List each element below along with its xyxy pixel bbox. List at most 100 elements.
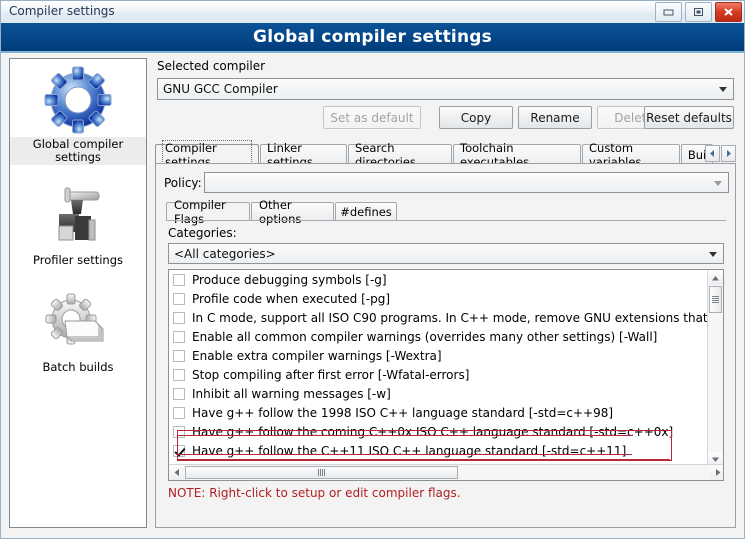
compiler-settings-pane: Policy: Compiler Flags Other options #de… (155, 163, 736, 528)
sidebar-item-batch-builds[interactable]: Batch builds (10, 282, 146, 375)
chevron-down-icon (719, 87, 727, 92)
horizontal-scroll-thumb[interactable] (185, 466, 458, 479)
flag-label: Have g++ follow the coming C++0x ISO C++… (192, 424, 674, 439)
flag-label: Enable all common compiler warnings (ove… (192, 329, 658, 344)
main-tab-bar: Compiler settings Linker settings Search… (155, 139, 736, 170)
compiler-settings-window: Compiler settings Global compiler settin… (0, 0, 745, 539)
tab-search-directories[interactable]: Search directories (348, 141, 452, 169)
flag-checkbox[interactable] (173, 368, 185, 381)
flag-label: Enable extra compiler warnings [-Wextra] (192, 348, 442, 363)
page-title: Global compiler settings (253, 27, 492, 47)
grip-icon (712, 296, 719, 303)
tab-underline (166, 220, 726, 221)
chevron-down-icon (709, 251, 717, 257)
title-bar: Compiler settings (1, 1, 744, 24)
triangle-down-icon (712, 457, 719, 462)
categories-select[interactable]: <All categories> (168, 243, 724, 264)
flag-label: Have g++ follow the 1998 ISO C++ languag… (192, 405, 614, 420)
triangle-right-icon (727, 150, 731, 157)
maximize-button[interactable] (685, 2, 712, 22)
tab-scroll-right-button[interactable] (721, 145, 736, 162)
tab-custom-variables[interactable]: Custom variables (582, 141, 680, 169)
tab-defines[interactable]: #defines (335, 202, 397, 221)
flag-row[interactable]: Have g++ follow the 1998 ISO C++ languag… (169, 403, 707, 422)
sidebar-item-global-compiler-settings[interactable]: Global compiler settings (10, 59, 146, 165)
categories-select-value: <All categories> (174, 246, 276, 261)
gear-icon (41, 65, 115, 137)
maximize-icon (694, 8, 703, 16)
triangle-left-icon (710, 150, 714, 157)
flag-checkbox[interactable] (173, 311, 185, 324)
flag-label: In C mode, support all ISO C90 programs.… (192, 310, 724, 325)
triangle-up-icon (712, 275, 719, 280)
page-title-banner: Global compiler settings (1, 23, 744, 53)
batch-builds-icon (41, 288, 115, 360)
sidebar-item-label: Profiler settings (32, 253, 123, 267)
flag-checkbox[interactable] (173, 444, 185, 457)
minimize-button[interactable] (655, 2, 682, 22)
sidebar-item-label: Batch builds (42, 360, 114, 374)
tab-compiler-flags[interactable]: Compiler Flags (166, 198, 250, 226)
flag-checkbox[interactable] (173, 406, 185, 419)
scroll-right-button[interactable] (710, 465, 723, 480)
tab-compiler-settings[interactable]: Compiler settings (155, 139, 259, 170)
flag-checkbox[interactable] (173, 349, 185, 362)
rename-button[interactable]: Rename (518, 106, 592, 129)
vertical-scroll-thumb[interactable] (709, 286, 722, 313)
tab-other-options[interactable]: Other options (251, 198, 334, 226)
flag-checkbox[interactable] (173, 292, 185, 305)
window-controls (655, 2, 742, 22)
flag-row[interactable]: Enable all common compiler warnings (ove… (169, 327, 707, 346)
flag-checkbox[interactable] (173, 425, 185, 438)
compiler-select[interactable]: GNU GCC Compiler (157, 78, 734, 100)
sidebar-item-profiler-settings[interactable]: Profiler settings (10, 175, 146, 268)
flag-label: Produce debugging symbols [-g] (192, 272, 387, 287)
flag-label: Have g++ follow the C++11 ISO C++ langua… (192, 443, 627, 458)
compiler-flags-rows: Produce debugging symbols [-g] Profile co… (169, 270, 723, 480)
tab-linker-settings[interactable]: Linker settings (260, 141, 347, 169)
chevron-down-icon (714, 180, 722, 186)
flag-row[interactable]: Have g++ follow the C++11 ISO C++ langua… (169, 441, 707, 460)
flag-row[interactable]: Inhibit all warning messages [-w] (169, 384, 707, 403)
flag-row[interactable]: In C mode, support all ISO C90 programs.… (169, 308, 723, 327)
triangle-left-icon (174, 469, 179, 476)
compiler-action-buttons: Set as default Copy Rename Delete Reset … (157, 106, 734, 130)
profiler-icon (41, 181, 115, 253)
close-icon (724, 8, 733, 16)
flag-checkbox[interactable] (173, 330, 185, 343)
reset-defaults-button[interactable]: Reset defaults (644, 106, 734, 129)
close-button[interactable] (715, 2, 742, 22)
scroll-left-button[interactable] (169, 465, 184, 480)
flag-row[interactable]: Produce debugging symbols [-g] (169, 270, 707, 289)
settings-sidebar: Global compiler settings Profiler settin… (9, 58, 147, 528)
list-vertical-scrollbar[interactable] (707, 270, 723, 467)
list-horizontal-scrollbar[interactable] (169, 464, 723, 480)
triangle-right-icon (715, 469, 720, 476)
categories-label: Categories: (168, 226, 237, 240)
flag-row[interactable]: Stop compiling after first error [-Wfata… (169, 365, 707, 384)
tab-scroll-left-button[interactable] (705, 145, 720, 162)
flag-label: Stop compiling after first error [-Wfata… (192, 367, 470, 382)
flag-checkbox[interactable] (173, 273, 185, 286)
flag-label: Profile code when executed [-pg] (192, 291, 391, 306)
set-as-default-button[interactable]: Set as default (323, 106, 421, 129)
flag-row[interactable]: Enable extra compiler warnings [-Wextra] (169, 346, 707, 365)
sidebar-item-label: Global compiler settings (10, 137, 146, 165)
tab-toolchain-executables[interactable]: Toolchain executables (453, 141, 581, 169)
grip-icon (318, 469, 325, 476)
minimize-icon (663, 9, 674, 15)
flag-row[interactable]: Profile code when executed [-pg] (169, 289, 707, 308)
flags-note: NOTE: Right-click to setup or edit compi… (168, 486, 461, 500)
compiler-flags-list[interactable]: Produce debugging symbols [-g] Profile co… (168, 269, 724, 481)
scroll-up-button[interactable] (708, 270, 723, 285)
selected-compiler-label: Selected compiler (157, 59, 266, 73)
flags-tab-bar: Compiler Flags Other options #defines (166, 198, 726, 226)
flag-row[interactable]: Have g++ follow the coming C++0x ISO C++… (169, 422, 707, 441)
policy-label: Policy: (164, 176, 202, 190)
flag-label: Inhibit all warning messages [-w] (192, 386, 391, 401)
flag-checkbox[interactable] (173, 387, 185, 400)
policy-select[interactable] (204, 172, 729, 193)
settings-main-panel: Selected compiler GNU GCC Compiler Set a… (153, 56, 738, 530)
copy-button[interactable]: Copy (439, 106, 513, 129)
window-title: Compiler settings (9, 4, 115, 18)
